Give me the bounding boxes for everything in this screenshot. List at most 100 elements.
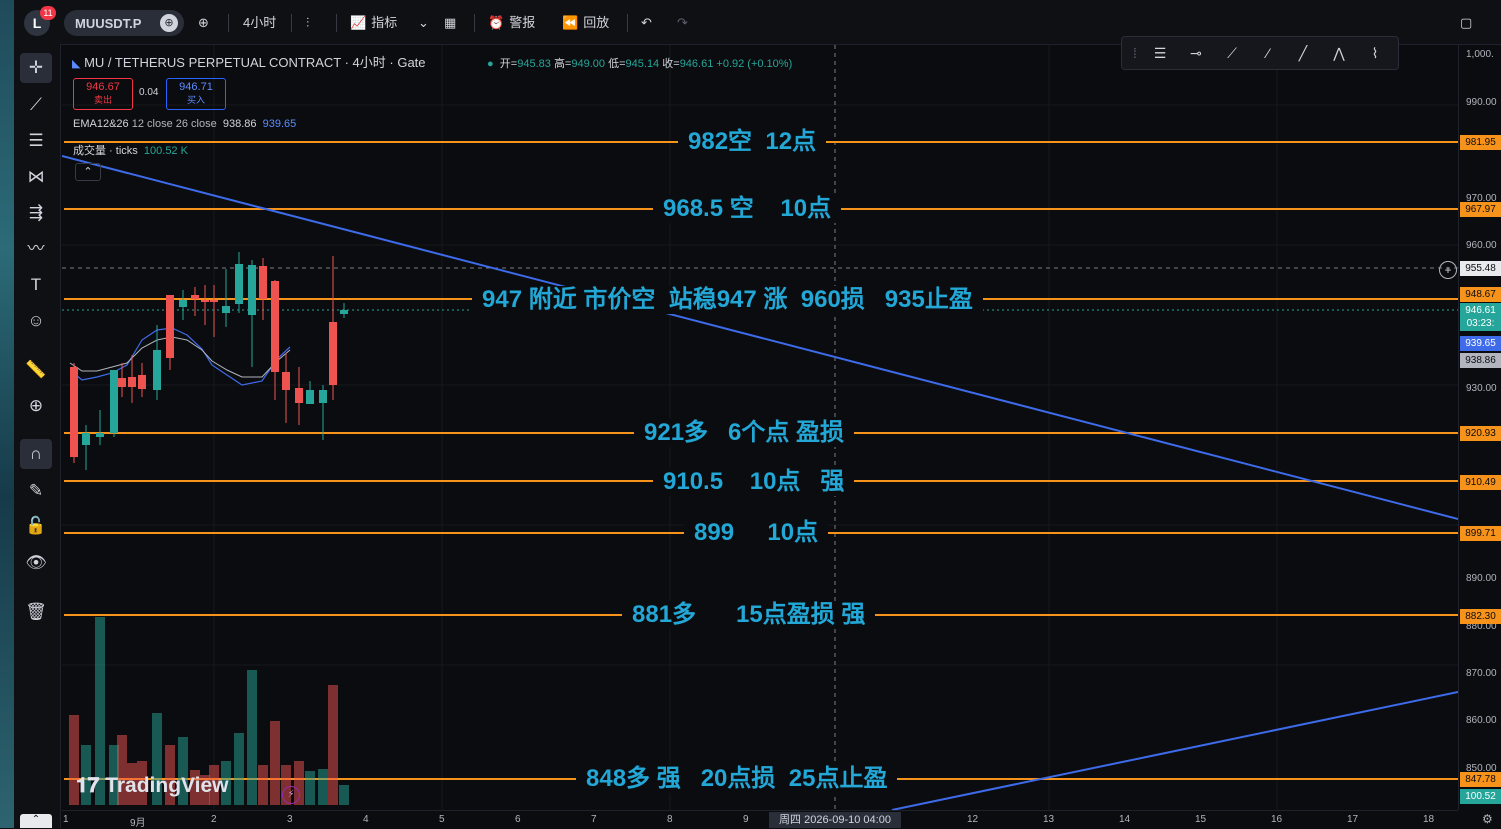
settings-gear-icon[interactable]: ⚙ (1482, 812, 1493, 826)
notification-badge: 11 (40, 6, 56, 20)
pattern-icon[interactable]: ⋈ (20, 162, 52, 192)
indicators-icon: 📈 (350, 15, 367, 30)
brush-icon[interactable]: 〰 (20, 234, 52, 264)
change-value: +0.92 (+0.10%) (716, 58, 793, 70)
annotation-label[interactable]: 947 附近 市价空 站稳947 涨 960损 935止盈 (472, 286, 983, 314)
eye-icon[interactable]: 👁 (20, 548, 52, 578)
time-axis[interactable] (62, 810, 1458, 829)
candle-body (166, 295, 174, 358)
sell-button[interactable]: 946.67 卖出 (73, 78, 133, 110)
brand-name: TradingView (105, 774, 229, 797)
alerts-button[interactable]: ⏰ 警报 (488, 12, 535, 34)
volume-bar (318, 769, 328, 805)
text-icon[interactable]: T (20, 270, 52, 300)
add-alert-icon[interactable]: + (1439, 261, 1457, 279)
symbol-search-button[interactable]: MUUSDT.P ⊕ (64, 10, 184, 36)
layout-grid-icon[interactable]: ▦ (444, 12, 456, 34)
time-tick: 3 (287, 814, 293, 825)
candle-body (295, 388, 303, 403)
undo-icon[interactable]: ↶ (641, 12, 652, 34)
collapse-legend-button[interactable]: ⌃ (75, 163, 101, 181)
symbol-label: MUUSDT.P (75, 16, 142, 31)
annotation-label[interactable]: 910.5 10点 强 (653, 468, 855, 496)
volume-bar (258, 765, 268, 805)
annotation-label[interactable]: 921多 6个点 盈损 (634, 419, 855, 447)
replay-button[interactable]: ⏪ 回放 (562, 12, 609, 34)
ema-26-tag: 939.65 (1460, 336, 1501, 351)
symbol-legend: ◣ MU / TETHERUS PERPETUAL CONTRACT · 4小时… (72, 52, 426, 71)
high-value: 949.00 (571, 58, 606, 70)
horizontal-line-icon[interactable]: ⊸ (1185, 43, 1207, 63)
toolbar-divider (291, 14, 292, 32)
trend-angle-icon[interactable]: ⟋ (1221, 43, 1243, 63)
time-tick: 18 (1423, 814, 1435, 825)
bar-countdown: 03:23: (1460, 316, 1501, 331)
toolbar-divider (228, 14, 229, 32)
toolbar-divider (336, 14, 337, 32)
level-price-tag: 910.49 (1460, 475, 1501, 490)
emoji-icon[interactable]: ☺ (20, 306, 52, 336)
trash-icon[interactable]: 🗑 (20, 597, 52, 627)
replay-label: 回放 (583, 15, 610, 30)
annotation-label[interactable]: 899 10点 (684, 519, 829, 547)
indicators-button[interactable]: 📈 指标 (350, 12, 397, 34)
volume-bar (270, 721, 280, 805)
toolbar-divider (627, 14, 628, 32)
crosshair-icon[interactable]: ✛ (20, 53, 52, 83)
time-tick: 13 (1043, 814, 1055, 825)
expand-panel-icon[interactable]: ⌃ (20, 814, 52, 828)
open-value: 945.83 (517, 58, 551, 70)
trend-line-icon[interactable]: ⟋ (20, 90, 52, 120)
time-tick: 2 (211, 814, 217, 825)
chevron-down-icon[interactable]: ⌄ (418, 12, 429, 34)
time-tick: 14 (1119, 814, 1131, 825)
ema-params: 12 close 26 close (131, 118, 217, 130)
buy-button[interactable]: 946.71 买入 (166, 78, 226, 110)
interval-button[interactable]: 4小时 (243, 12, 276, 34)
volume-name: 成交量 · ticks (73, 145, 138, 157)
time-tick: 9月 (130, 818, 146, 829)
symbol-info-icon[interactable]: ⊕ (160, 14, 178, 32)
annotation-label[interactable]: 982空 12点 (678, 128, 827, 156)
volume-legend[interactable]: 成交量 · ticks 100.52 K (73, 142, 188, 158)
crosshair-time-label: 周四 2026-09-10 04:00 (769, 812, 901, 828)
level-price-tag: 847.78 (1460, 772, 1501, 787)
extended-line-icon[interactable]: ╱ (1292, 43, 1314, 63)
volume-bar (328, 685, 338, 805)
redo-icon[interactable]: ↷ (677, 12, 688, 34)
projection-icon[interactable]: ⇶ (20, 198, 52, 228)
buy-label: 买入 (186, 95, 205, 105)
candle-body (82, 433, 90, 445)
drag-handle-icon[interactable]: ⁞ (1124, 43, 1146, 63)
lightning-icon[interactable]: ⚡ (282, 786, 300, 804)
candle-style-icon[interactable]: ⫶ (306, 12, 309, 34)
pitchfork-icon[interactable]: ⋀ (1328, 43, 1350, 63)
time-tick: 6 (515, 814, 521, 825)
zoom-in-icon[interactable]: ⊕ (20, 391, 52, 421)
level-price-tag: 899.71 (1460, 526, 1501, 541)
annotation-label[interactable]: 968.5 空 10点 (653, 195, 842, 223)
candle-body (271, 281, 279, 372)
fib-retracement-icon[interactable]: ☰ (20, 126, 52, 156)
tradingview-logo: 𝟏𝟕 TradingView (76, 774, 229, 798)
ray-icon[interactable]: ⁄ (1257, 43, 1279, 63)
time-tick: 8 (667, 814, 673, 825)
time-tick: 7 (591, 814, 597, 825)
fullscreen-icon[interactable]: ▢ (1460, 12, 1472, 34)
unlock-icon[interactable]: 🔓 (20, 511, 52, 541)
lines-menu-icon[interactable]: ☰ (1149, 43, 1171, 63)
add-symbol-icon[interactable]: ⊕ (198, 12, 209, 34)
ruler-icon[interactable]: 📏 (20, 355, 52, 385)
path-icon[interactable]: ⌇ (1364, 43, 1386, 63)
candle-body (340, 310, 348, 314)
buy-price: 946.71 (179, 81, 213, 93)
low-label: 低= (608, 58, 626, 70)
annotation-label[interactable]: 881多 15点盈损 强 (622, 601, 876, 629)
magnet-icon[interactable]: ∩ (20, 439, 52, 469)
level-price-tag: 967.97 (1460, 202, 1501, 217)
close-value: 946.61 (679, 58, 714, 70)
lock-drawing-icon[interactable]: ✎ (20, 476, 52, 506)
time-tick: 4 (363, 814, 369, 825)
annotation-label[interactable]: 848多 强 20点损 25点止盈 (576, 765, 898, 793)
ema-legend[interactable]: EMA12&26 12 close 26 close 938.86 939.65 (73, 118, 296, 130)
